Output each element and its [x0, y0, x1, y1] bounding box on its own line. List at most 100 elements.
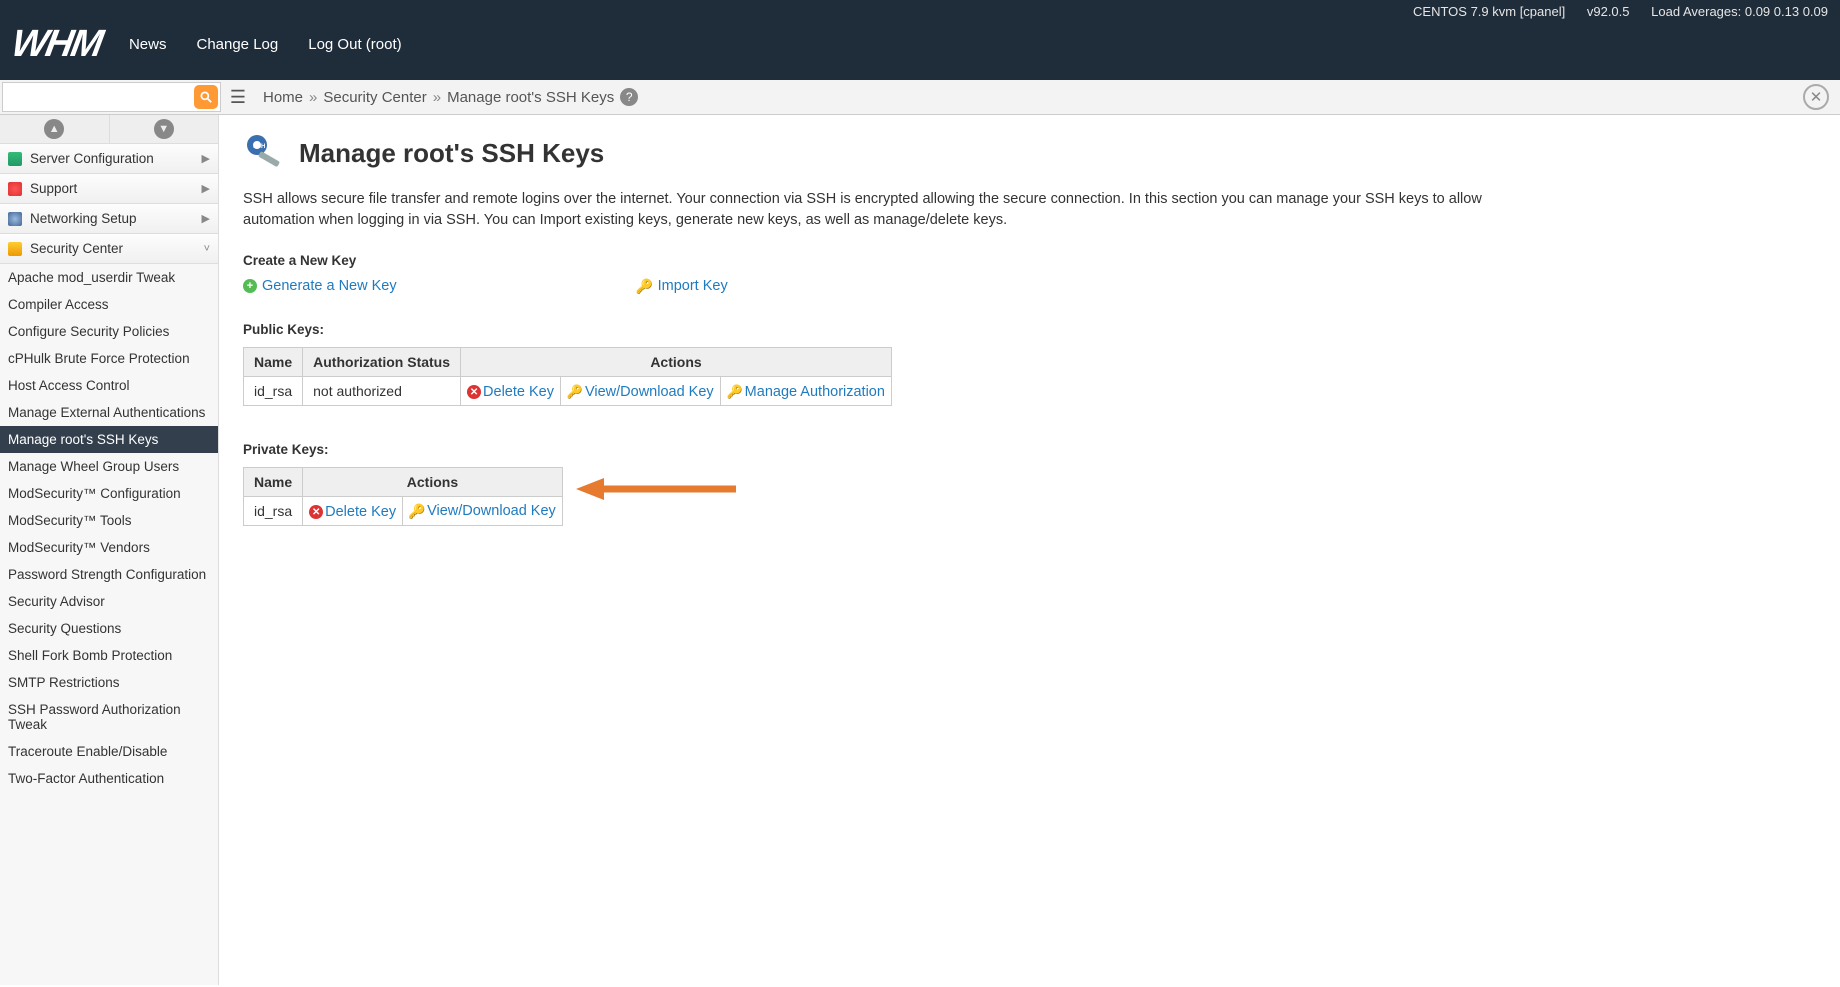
- search-input[interactable]: [5, 86, 194, 109]
- sidebar-group-label: Support: [30, 181, 77, 196]
- sidebar-item[interactable]: ModSecurity™ Configuration: [0, 480, 218, 507]
- sidebar-item[interactable]: ModSecurity™ Tools: [0, 507, 218, 534]
- search-wrap: [2, 82, 221, 112]
- sidebar-item[interactable]: Configure Security Policies: [0, 318, 218, 345]
- delete-icon: ✕: [309, 505, 323, 519]
- sidebar-item[interactable]: Password Strength Configuration: [0, 561, 218, 588]
- sidebar-group-label: Server Configuration: [30, 151, 154, 166]
- key-icon: 🔑: [409, 503, 425, 519]
- version-label: v92.0.5: [1587, 4, 1630, 19]
- link-label: Delete Key: [483, 384, 554, 400]
- nav-news[interactable]: News: [129, 36, 167, 53]
- col-name: Name: [244, 348, 303, 377]
- link-label: Generate a New Key: [262, 278, 397, 294]
- link-label: View/Download Key: [585, 384, 714, 400]
- svg-text:SSH: SSH: [253, 144, 265, 150]
- sidebar: ▲ ▼ Server Configuration ▶ Support ▶ Net…: [0, 115, 219, 985]
- sidebar-item[interactable]: Apache mod_userdir Tweak: [0, 264, 218, 291]
- server-icon: [8, 152, 22, 166]
- close-icon[interactable]: ✕: [1803, 84, 1829, 110]
- breadcrumb-sep: »: [433, 89, 441, 106]
- sidebar-item[interactable]: Manage External Authentications: [0, 399, 218, 426]
- key-name: id_rsa: [244, 377, 303, 406]
- breadcrumb-home[interactable]: Home: [263, 89, 303, 106]
- network-icon: [8, 212, 22, 226]
- delete-key-link[interactable]: ✕Delete Key: [467, 384, 554, 400]
- sidebar-item[interactable]: Compiler Access: [0, 291, 218, 318]
- search-button[interactable]: [194, 85, 218, 109]
- key-name: id_rsa: [244, 497, 303, 526]
- sidebar-item[interactable]: Two-Factor Authentication: [0, 765, 218, 792]
- chevron-right-icon: ▶: [202, 182, 210, 195]
- table-header-row: Name Authorization Status Actions: [244, 348, 892, 377]
- private-keys-table: Name Actions id_rsa ✕ Delete Key �: [243, 467, 563, 526]
- sidebar-group-label: Security Center: [30, 241, 123, 256]
- chevron-right-icon: ▶: [202, 152, 210, 165]
- layout: ▲ ▼ Server Configuration ▶ Support ▶ Net…: [0, 115, 1840, 985]
- ssh-key-icon: SSH: [243, 133, 289, 173]
- breadcrumb-sep: »: [309, 89, 317, 106]
- top-header: CENTOS 7.9 kvm [cpanel] v92.0.5 Load Ave…: [0, 0, 1840, 80]
- sidebar-item[interactable]: Host Access Control: [0, 372, 218, 399]
- col-actions: Actions: [461, 348, 892, 377]
- delete-key-link[interactable]: ✕ Delete Key: [309, 504, 396, 520]
- page-intro: SSH allows secure file transfer and remo…: [243, 189, 1483, 231]
- create-new-key-label: Create a New Key: [243, 253, 1816, 268]
- sidebar-item[interactable]: cPHulk Brute Force Protection: [0, 345, 218, 372]
- top-nav: WHM News Change Log Log Out (root): [0, 23, 1840, 80]
- sidebar-item[interactable]: Shell Fork Bomb Protection: [0, 642, 218, 669]
- breadcrumb: Home » Security Center » Manage root's S…: [253, 80, 1798, 114]
- key-status: not authorized: [303, 377, 461, 406]
- sidebar-toggle-icon[interactable]: ☰: [223, 80, 253, 114]
- col-name: Name: [244, 468, 303, 497]
- link-label: Delete Key: [325, 504, 396, 520]
- add-icon: +: [243, 279, 257, 293]
- sidebar-item[interactable]: Manage root's SSH Keys: [0, 426, 218, 453]
- sidebar-item[interactable]: SMTP Restrictions: [0, 669, 218, 696]
- create-key-actions: + Generate a New Key 🔑 Import Key: [243, 278, 1816, 294]
- sidebar-group-security-center[interactable]: Security Center ˅: [0, 234, 218, 264]
- col-actions: Actions: [303, 468, 563, 497]
- view-download-key-link[interactable]: 🔑 View/Download Key: [409, 503, 556, 519]
- page-title-row: SSH Manage root's SSH Keys: [243, 133, 1816, 173]
- key-icon: 🔑: [567, 384, 583, 400]
- link-label: Manage Authorization: [745, 384, 885, 400]
- sidebar-group-networking[interactable]: Networking Setup ▶: [0, 204, 218, 234]
- sidebar-item[interactable]: Security Advisor: [0, 588, 218, 615]
- nav-logout[interactable]: Log Out (root): [308, 36, 401, 53]
- table-row: id_rsa not authorized ✕Delete Key 🔑View/…: [244, 377, 892, 406]
- breadcrumb-section[interactable]: Security Center: [323, 89, 426, 106]
- page-title: Manage root's SSH Keys: [299, 138, 604, 169]
- nav-collapse-down[interactable]: ▼: [110, 115, 219, 143]
- chevron-right-icon: ▶: [202, 212, 210, 225]
- link-label: View/Download Key: [427, 503, 556, 519]
- link-label: Import Key: [658, 278, 728, 294]
- breadcrumb-current: Manage root's SSH Keys: [447, 89, 614, 106]
- status-bar: CENTOS 7.9 kvm [cpanel] v92.0.5 Load Ave…: [0, 0, 1840, 23]
- sub-header: ☰ Home » Security Center » Manage root's…: [0, 80, 1840, 115]
- help-icon[interactable]: ?: [620, 88, 638, 106]
- lock-icon: [8, 242, 22, 256]
- private-keys-label: Private Keys:: [243, 442, 1816, 457]
- sidebar-group-label: Networking Setup: [30, 211, 137, 226]
- col-auth-status: Authorization Status: [303, 348, 461, 377]
- nav-controls: ▲ ▼: [0, 115, 218, 144]
- sidebar-item[interactable]: Manage Wheel Group Users: [0, 453, 218, 480]
- sidebar-group-server-configuration[interactable]: Server Configuration ▶: [0, 144, 218, 174]
- table-header-row: Name Actions: [244, 468, 563, 497]
- generate-new-key-link[interactable]: + Generate a New Key: [243, 278, 397, 294]
- load-averages: Load Averages: 0.09 0.13 0.09: [1651, 4, 1828, 19]
- nav-changelog[interactable]: Change Log: [196, 36, 278, 53]
- auth-icon: 🔑: [727, 384, 743, 400]
- sidebar-group-support[interactable]: Support ▶: [0, 174, 218, 204]
- manage-authorization-link[interactable]: 🔑Manage Authorization: [727, 384, 885, 400]
- import-key-link[interactable]: 🔑 Import Key: [637, 278, 728, 294]
- sidebar-item[interactable]: Security Questions: [0, 615, 218, 642]
- nav-collapse-up[interactable]: ▲: [0, 115, 110, 143]
- table-row: id_rsa ✕ Delete Key 🔑 View/Download Key: [244, 497, 563, 526]
- sidebar-item[interactable]: Traceroute Enable/Disable: [0, 738, 218, 765]
- whm-logo[interactable]: WHM: [8, 23, 105, 66]
- view-download-key-link[interactable]: 🔑View/Download Key: [567, 384, 714, 400]
- sidebar-item[interactable]: SSH Password Authorization Tweak: [0, 696, 218, 738]
- sidebar-item[interactable]: ModSecurity™ Vendors: [0, 534, 218, 561]
